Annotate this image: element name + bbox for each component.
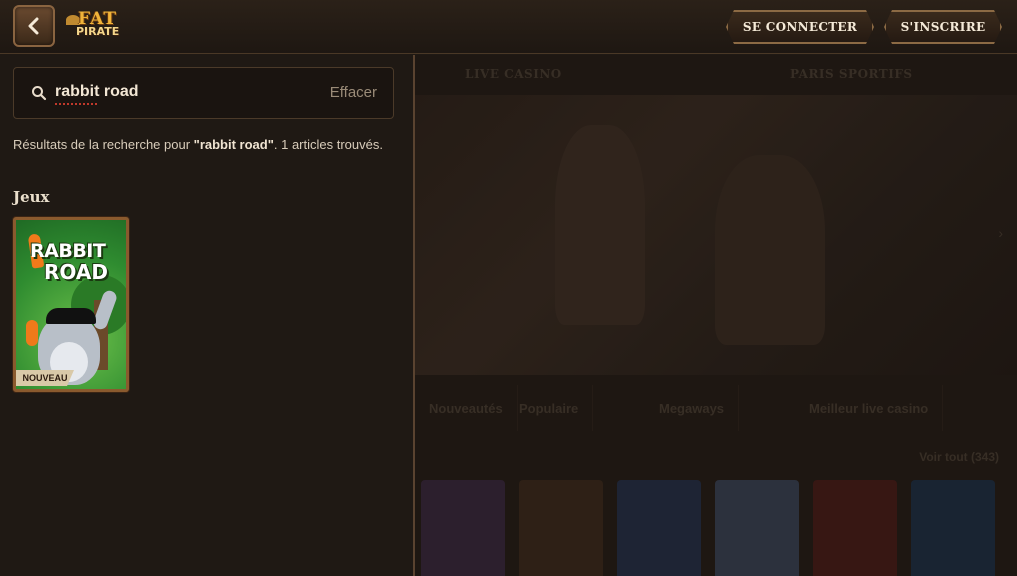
search-panel: rabbit road Effacer Résultats de la rech…: [0, 55, 413, 576]
back-button[interactable]: [13, 5, 55, 47]
new-badge: NOUVEAU: [16, 370, 74, 386]
login-button[interactable]: SE CONNECTER: [726, 10, 874, 44]
search-input[interactable]: rabbit road: [55, 83, 139, 101]
game-title-line2: ROAD: [44, 260, 108, 284]
signup-button[interactable]: S'INSCRIRE: [884, 10, 1002, 44]
results-query: "rabbit road": [193, 137, 274, 152]
search-field[interactable]: rabbit road Effacer: [13, 67, 394, 119]
search-icon: [32, 86, 47, 101]
fat-pirate-logo[interactable]: FAT PIRATE: [66, 9, 136, 41]
cap-illustration: [46, 308, 96, 324]
game-card-rabbit-road[interactable]: RABBIT ROAD NOUVEAU: [13, 217, 129, 392]
results-prefix: Résultats de la recherche pour: [13, 137, 194, 152]
top-header: FAT PIRATE SE CONNECTER S'INSCRIRE: [0, 0, 1017, 54]
logo-text-pirate: PIRATE: [76, 25, 120, 38]
dim-overlay: [415, 55, 1017, 576]
game-title-line1: RABBIT: [30, 240, 106, 262]
background-content: LIVE CASINO PARIS SPORTIFS › Nouveautés …: [415, 55, 1017, 576]
search-results-summary: Résultats de la recherche pour "rabbit r…: [13, 135, 398, 155]
chevron-left-icon: [28, 17, 39, 35]
games-section-title: Jeux: [13, 188, 50, 206]
results-suffix: . 1 articles trouvés.: [273, 137, 383, 152]
clear-search-button[interactable]: Effacer: [330, 84, 377, 101]
spellcheck-underline: [55, 103, 99, 105]
